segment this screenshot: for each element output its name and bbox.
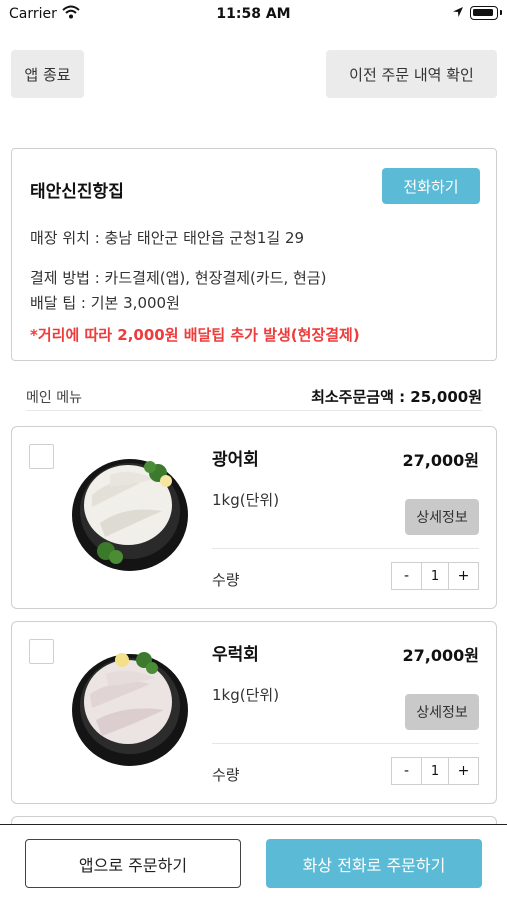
increase-button[interactable]: + [449,758,478,784]
store-location: 매장 위치 : 충남 태안군 태안읍 군청1길 29 [30,229,305,247]
section-title: 메인 메뉴 [26,390,82,406]
increase-button[interactable]: + [449,563,478,589]
battery-icon [470,6,502,20]
quantity-value: 1 [421,563,449,589]
quantity-label: 수량 [212,766,240,784]
minimum-order-amount: 최소주문금액 : 25,000원 [311,388,482,406]
store-name: 태안신진항집 [30,182,124,202]
divider [212,548,479,549]
payment-methods: 결제 방법 : 카드결제(앱), 현장결제(카드, 현금) [30,269,327,287]
flatfish-sashimi-image [72,459,188,571]
quantity-stepper: - 1 + [391,757,479,785]
decrease-button[interactable]: - [392,758,421,784]
item-unit: 1kg(단위) [212,491,280,509]
exit-app-button[interactable]: 앱 종료 [11,50,84,98]
menu-item-checkbox[interactable] [29,444,54,469]
quantity-stepper: - 1 + [391,562,479,590]
quantity-value: 1 [421,758,449,784]
menu-item-card: 광어회 27,000원 1kg(단위) 상세정보 수량 - 1 + [11,426,497,609]
detail-button[interactable]: 상세정보 [405,694,479,730]
delivery-notice: *거리에 따라 2,000원 배달팁 추가 발생(현장결제) [30,326,360,344]
item-name: 우럭회 [212,645,259,665]
clock: 11:58 AM [216,6,291,22]
bottom-action-bar: 앱으로 주문하기 화상 전화로 주문하기 [0,824,507,900]
store-info-card: 태안신진항집 전화하기 매장 위치 : 충남 태안군 태안읍 군청1길 29 결… [11,148,497,361]
call-button[interactable]: 전화하기 [382,168,480,204]
menu-item-checkbox[interactable] [29,639,54,664]
item-unit: 1kg(단위) [212,686,280,704]
item-price: 27,000원 [402,451,479,470]
delivery-tip: 배달 팁 : 기본 3,000원 [30,294,180,312]
divider [212,743,479,744]
rockfish-sashimi-image [72,652,188,766]
item-price: 27,000원 [402,646,479,665]
quantity-label: 수량 [212,571,240,589]
location-icon [453,7,463,17]
menu-item-card: 우럭회 27,000원 1kg(단위) 상세정보 수량 - 1 + [11,621,497,804]
detail-button[interactable]: 상세정보 [405,499,479,535]
menu-section-header: 메인 메뉴 최소주문금액 : 25,000원 [26,385,482,411]
order-via-app-button[interactable]: 앱으로 주문하기 [25,839,241,888]
order-via-video-call-button[interactable]: 화상 전화로 주문하기 [266,839,482,888]
order-history-button[interactable]: 이전 주문 내역 확인 [326,50,497,98]
decrease-button[interactable]: - [392,563,421,589]
item-name: 광어회 [212,450,259,470]
status-bar: Carrier 11:58 AM [0,0,507,30]
